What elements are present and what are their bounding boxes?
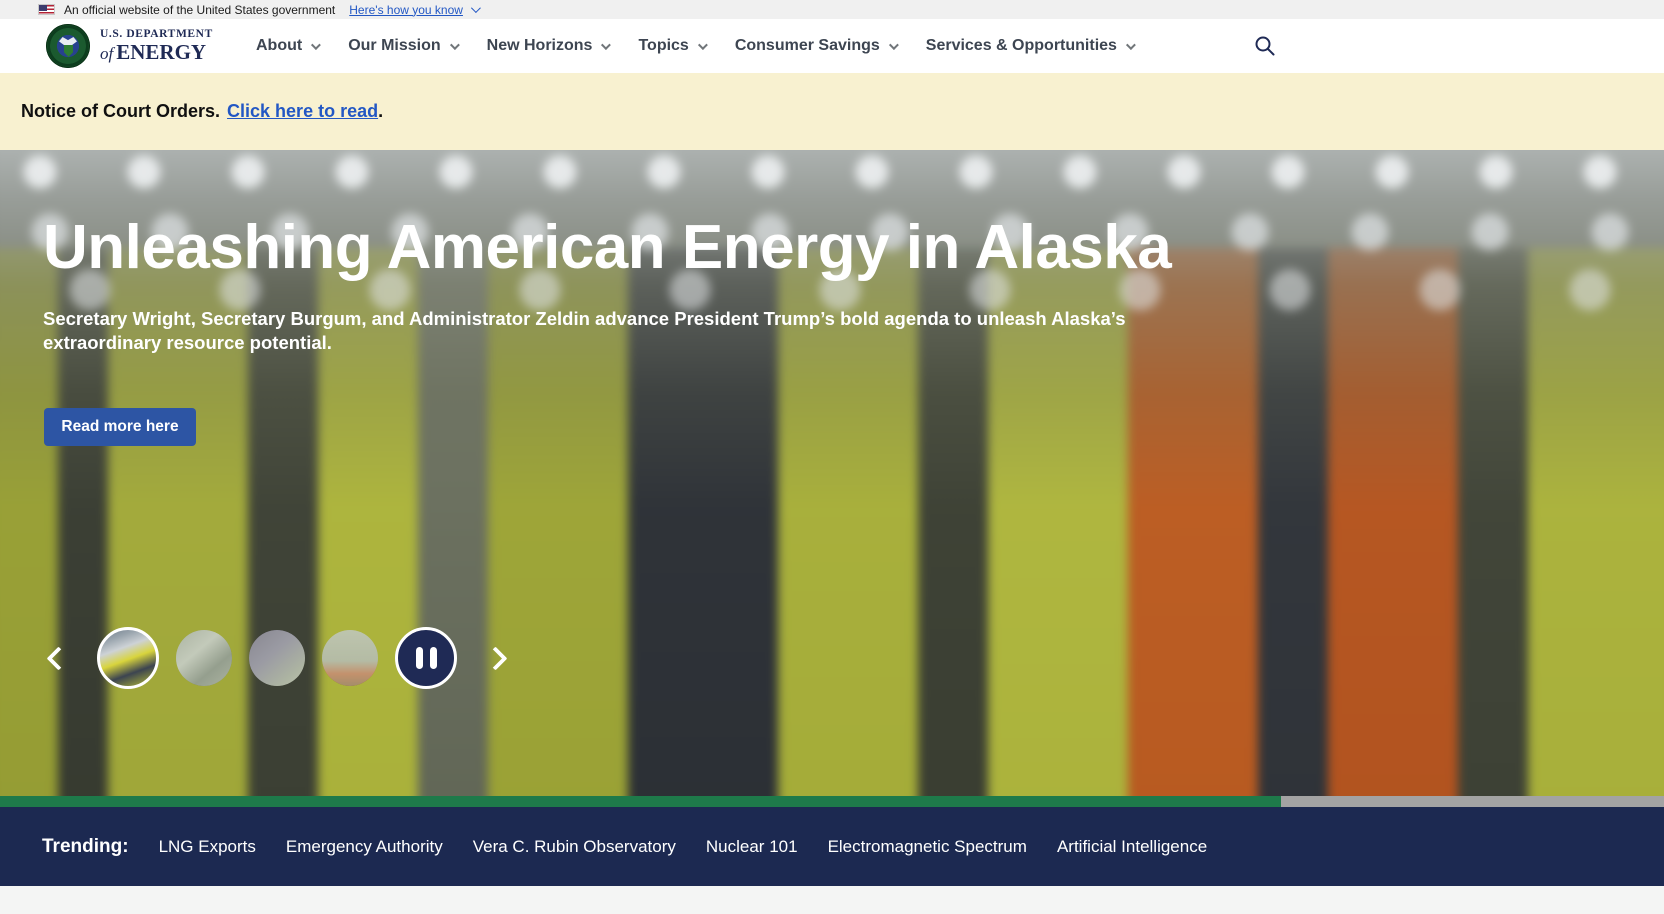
nav-label: About xyxy=(256,37,302,55)
hero-title: Unleashing American Energy in Alaska xyxy=(43,214,1171,282)
chevron-down-icon xyxy=(889,40,899,50)
next-section-edge xyxy=(0,886,1664,914)
chevron-down-icon xyxy=(311,40,321,50)
logo-energy-word: ENERGY xyxy=(116,40,206,64)
carousel-progress-track xyxy=(0,796,1664,807)
pause-icon xyxy=(416,647,423,669)
pause-icon xyxy=(430,647,437,669)
notice-bar: Notice of Court Orders. Click here to re… xyxy=(0,73,1664,150)
us-flag-icon xyxy=(38,4,55,15)
logo-energy-line: ofENERGY xyxy=(100,42,213,63)
gov-banner: An official website of the United States… xyxy=(0,0,1664,19)
nav-label: Topics xyxy=(638,37,688,55)
trending-link-electromagnetic-spectrum[interactable]: Electromagnetic Spectrum xyxy=(828,837,1027,857)
chevron-down-icon xyxy=(471,3,481,13)
nav-label: New Horizons xyxy=(487,37,593,55)
nav-label: Our Mission xyxy=(348,37,440,55)
doe-logo[interactable]: U.S. DEPARTMENT ofENERGY xyxy=(46,24,213,68)
hero-carousel-controls xyxy=(50,627,504,689)
hero-subtitle: Secretary Wright, Secretary Burgum, and … xyxy=(43,307,1228,355)
nav-item-new-horizons[interactable]: New Horizons xyxy=(487,37,609,55)
nav-item-services-opportunities[interactable]: Services & Opportunities xyxy=(926,37,1133,55)
carousel-pause-button[interactable] xyxy=(395,627,457,689)
main-nav: About Our Mission New Horizons Topics Co… xyxy=(256,19,1133,73)
nav-item-consumer-savings[interactable]: Consumer Savings xyxy=(735,37,896,55)
trending-link-emergency-authority[interactable]: Emergency Authority xyxy=(286,837,443,857)
notice-text: Notice of Court Orders. xyxy=(21,101,220,122)
logo-dept-line: U.S. DEPARTMENT xyxy=(100,29,213,41)
chevron-right-icon[interactable] xyxy=(483,646,507,670)
chevron-down-icon xyxy=(601,40,611,50)
how-you-know-label: Here's how you know xyxy=(349,3,463,17)
search-button[interactable] xyxy=(1252,34,1278,60)
chevron-down-icon xyxy=(698,40,708,50)
chevron-left-icon[interactable] xyxy=(46,646,70,670)
search-icon xyxy=(1254,35,1276,57)
doe-logo-text: U.S. DEPARTMENT ofENERGY xyxy=(100,29,213,64)
trending-link-nuclear-101[interactable]: Nuclear 101 xyxy=(706,837,798,857)
trending-bar: Trending: LNG Exports Emergency Authorit… xyxy=(0,807,1664,886)
notice-read-link[interactable]: Click here to read xyxy=(227,101,378,122)
nav-label: Services & Opportunities xyxy=(926,37,1117,55)
trending-link-artificial-intelligence[interactable]: Artificial Intelligence xyxy=(1057,837,1207,857)
chevron-down-icon xyxy=(1126,40,1136,50)
trending-label: Trending: xyxy=(42,836,129,858)
logo-of-word: of xyxy=(100,44,113,63)
carousel-thumb-4[interactable] xyxy=(322,630,378,686)
trending-link-vera-rubin-observatory[interactable]: Vera C. Rubin Observatory xyxy=(473,837,676,857)
carousel-thumb-2[interactable] xyxy=(176,630,232,686)
site-header: U.S. DEPARTMENT ofENERGY About Our Missi… xyxy=(0,19,1664,73)
notice-suffix: . xyxy=(378,101,383,122)
carousel-progress-fill xyxy=(0,796,1281,807)
nav-label: Consumer Savings xyxy=(735,37,880,55)
trending-link-lng-exports[interactable]: LNG Exports xyxy=(159,837,256,857)
hero-section: Unleashing American Energy in Alaska Sec… xyxy=(0,150,1664,796)
nav-item-about[interactable]: About xyxy=(256,37,318,55)
how-you-know-link[interactable]: Here's how you know xyxy=(349,3,478,17)
gov-banner-text: An official website of the United States… xyxy=(64,3,335,17)
doe-seal-icon xyxy=(46,24,90,68)
nav-item-our-mission[interactable]: Our Mission xyxy=(348,37,456,55)
read-more-button[interactable]: Read more here xyxy=(44,408,196,446)
chevron-down-icon xyxy=(450,40,460,50)
carousel-thumb-3[interactable] xyxy=(249,630,305,686)
carousel-thumb-1[interactable] xyxy=(97,627,159,689)
nav-item-topics[interactable]: Topics xyxy=(638,37,704,55)
